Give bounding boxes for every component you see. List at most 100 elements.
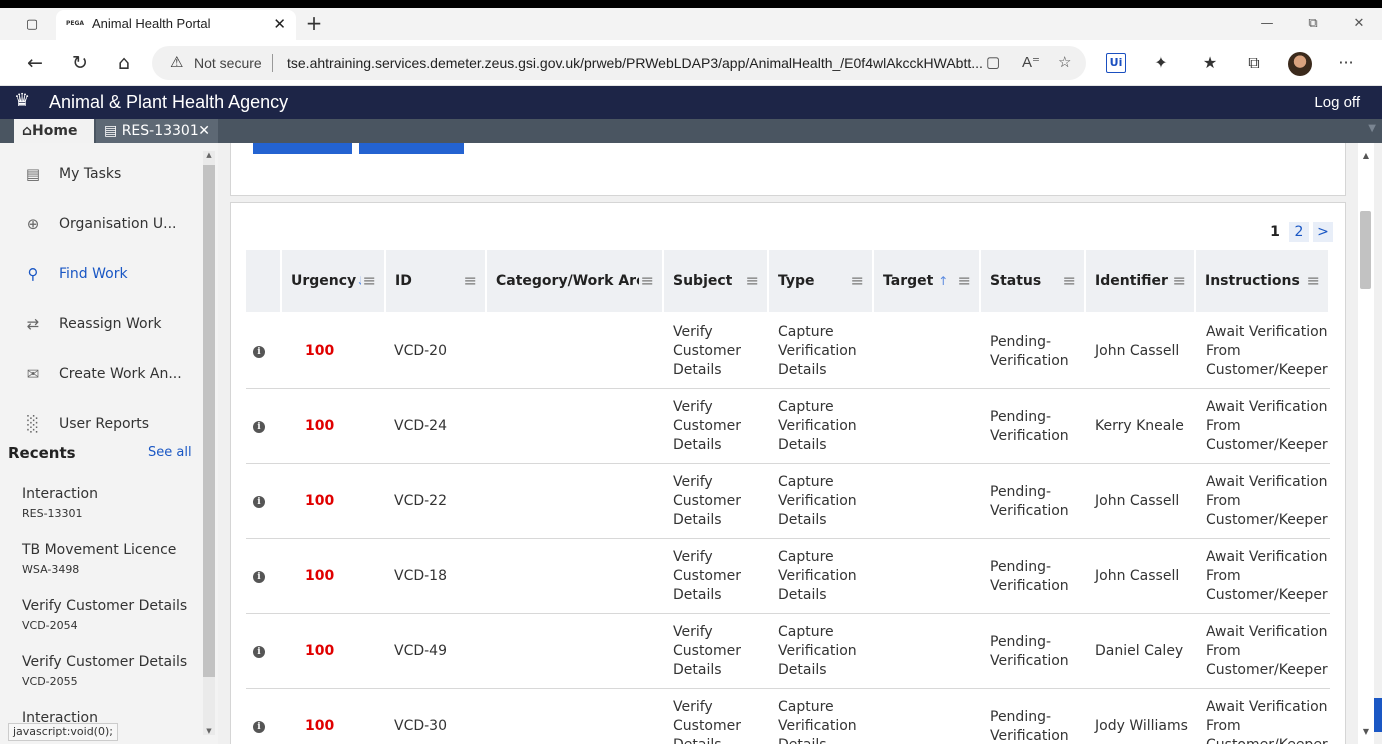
type-cell: Capture Verification Details <box>778 699 857 744</box>
page-link[interactable]: 2 <box>1289 222 1309 242</box>
info-icon[interactable]: i <box>253 689 267 744</box>
column-header-target[interactable]: Target ↑ ≡ <box>874 250 979 312</box>
warning-icon[interactable]: ⚠ <box>170 46 183 80</box>
home-icon[interactable]: ⌂ <box>111 50 137 76</box>
info-icon[interactable]: i <box>253 464 267 539</box>
info-icon[interactable]: i <box>253 389 267 464</box>
window-controls: — ⧉ ✕ <box>1244 8 1382 40</box>
filter-icon[interactable]: ≡ <box>743 250 759 312</box>
close-window-icon[interactable]: ✕ <box>1336 8 1382 40</box>
sidebar-item-find-work[interactable]: ⚲ Find Work <box>22 259 202 289</box>
sidebar-item-user-reports[interactable]: ░ User Reports <box>22 409 202 439</box>
recent-item[interactable]: Verify Customer Details VCD-2054 <box>22 597 202 632</box>
add-favorite-icon[interactable]: ☆ <box>1058 46 1071 80</box>
filter-icon[interactable]: ≡ <box>955 250 971 312</box>
column-header-label: Target <box>883 273 934 289</box>
sidebar-item-my-tasks[interactable]: ▤ My Tasks <box>22 159 202 189</box>
sidebar-item-organisation[interactable]: ⊕ Organisation U... <box>22 209 202 239</box>
table-row[interactable]: i 100 VCD-20 Verify Customer Details Cap… <box>246 314 1330 389</box>
case-id-link[interactable]: VCD-30 <box>394 689 447 744</box>
column-header-urgency[interactable]: Urgency↓ ≡ <box>282 250 384 312</box>
sidebar-item-create-work[interactable]: ✉ Create Work An... <box>22 359 202 389</box>
filter-icon[interactable]: ≡ <box>360 250 376 312</box>
browser-tab[interactable]: PEGA Animal Health Portal ✕ <box>56 10 296 40</box>
column-header-status[interactable]: Status ≡ <box>981 250 1084 312</box>
main-scroll-thumb[interactable] <box>1360 211 1371 289</box>
back-icon[interactable]: ← <box>22 50 48 76</box>
tab-scroll-down-icon[interactable]: ▼ <box>1368 123 1376 134</box>
sidebar-scrollbar[interactable]: ▲ ▼ <box>203 151 215 735</box>
filter-icon[interactable]: ≡ <box>1304 250 1320 312</box>
filter-icon[interactable]: ≡ <box>848 250 864 312</box>
info-icon[interactable]: i <box>253 539 267 614</box>
filter-icon[interactable]: ≡ <box>638 250 654 312</box>
browser-status-bar: javascript:void(0); <box>8 723 118 741</box>
scroll-down-icon[interactable]: ▼ <box>203 727 215 735</box>
close-tab-icon[interactable]: ✕ <box>198 119 210 143</box>
table-row[interactable]: i 100 VCD-18 Verify Customer Details Cap… <box>246 539 1330 614</box>
security-label[interactable]: Not secure <box>194 46 262 80</box>
scroll-up-icon[interactable]: ▲ <box>203 151 215 159</box>
case-id-link[interactable]: VCD-49 <box>394 614 447 689</box>
urgency-cell: 100 <box>305 718 335 734</box>
column-header-subject[interactable]: Subject ≡ <box>664 250 767 312</box>
column-header-identifier[interactable]: Identifier ≡ <box>1086 250 1194 312</box>
uipath-extension-icon[interactable]: Ui <box>1106 53 1126 73</box>
close-tab-icon[interactable]: ✕ <box>273 10 286 38</box>
column-header-type[interactable]: Type ≡ <box>769 250 872 312</box>
scroll-down-icon[interactable]: ▼ <box>1358 727 1374 736</box>
column-header-label: Subject <box>673 273 733 289</box>
profile-avatar[interactable] <box>1288 52 1312 76</box>
main-scrollbar[interactable]: ▲ ▼ <box>1358 143 1374 744</box>
case-id-link[interactable]: VCD-20 <box>394 314 447 389</box>
recent-item[interactable]: TB Movement Licence WSA-3498 <box>22 541 202 576</box>
page-current[interactable]: 1 <box>1265 222 1285 242</box>
scroll-up-icon[interactable]: ▲ <box>1358 151 1374 160</box>
case-id-link[interactable]: VCD-22 <box>394 464 447 539</box>
read-aloud-icon[interactable]: A⁼ <box>1022 46 1040 80</box>
filter-icon[interactable]: ≡ <box>1060 250 1076 312</box>
app-available-icon[interactable]: ▢ <box>986 46 1000 80</box>
sidebar-item-label: Create Work An... <box>59 366 182 382</box>
tab-actions-icon[interactable]: ▢ <box>18 14 46 36</box>
recent-item[interactable]: Verify Customer Details VCD-2055 <box>22 653 202 688</box>
address-bar[interactable]: ⚠ Not secure tse.ahtraining.services.dem… <box>152 46 1086 80</box>
subject-cell: Verify Customer Details <box>673 624 742 678</box>
urgency-cell: 100 <box>305 643 335 659</box>
tab-case[interactable]: ▤ RES-13301 ✕ <box>96 119 218 143</box>
info-icon[interactable]: i <box>253 614 267 689</box>
sort-asc-icon[interactable]: ↑ <box>938 274 948 288</box>
table-row[interactable]: i 100 VCD-49 Verify Customer Details Cap… <box>246 614 1330 689</box>
restore-icon[interactable]: ⧉ <box>1290 8 1336 40</box>
favorites-icon[interactable]: ★ <box>1197 50 1223 76</box>
recent-item[interactable]: Interaction RES-13301 <box>22 485 202 520</box>
column-header-category[interactable]: Category/Work Area ≡ <box>487 250 662 312</box>
sidebar-item-reassign-work[interactable]: ⇄ Reassign Work <box>22 309 202 339</box>
log-off-link[interactable]: Log off <box>1314 86 1360 119</box>
table-row[interactable]: i 100 VCD-22 Verify Customer Details Cap… <box>246 464 1330 539</box>
column-header-id[interactable]: ID ≡ <box>386 250 485 312</box>
action-button[interactable] <box>359 143 464 154</box>
table-row[interactable]: i 100 VCD-30 Verify Customer Details Cap… <box>246 689 1330 744</box>
more-menu-icon[interactable]: ··· <box>1333 50 1359 76</box>
refresh-icon[interactable]: ↻ <box>67 50 93 76</box>
see-all-link[interactable]: See all <box>148 445 192 460</box>
agency-name: Animal & Plant Health Agency <box>49 92 289 112</box>
search-icon: ⚲ <box>27 265 39 283</box>
extensions-icon[interactable]: ✦ <box>1148 50 1174 76</box>
table-row[interactable]: i 100 VCD-24 Verify Customer Details Cap… <box>246 389 1330 464</box>
new-tab-icon[interactable]: + <box>302 11 326 35</box>
sidebar-scroll-thumb[interactable] <box>203 165 215 677</box>
next-page-button[interactable]: > <box>1313 222 1333 242</box>
tab-home[interactable]: ⌂Home <box>14 119 94 143</box>
minimize-icon[interactable]: — <box>1244 8 1290 40</box>
action-button[interactable] <box>253 143 352 154</box>
column-header-instructions[interactable]: Instructions ≡ <box>1196 250 1328 312</box>
filter-icon[interactable]: ≡ <box>461 250 477 312</box>
filter-icon[interactable]: ≡ <box>1170 250 1186 312</box>
info-icon[interactable]: i <box>253 314 267 389</box>
case-id-link[interactable]: VCD-24 <box>394 389 447 464</box>
url-text[interactable]: tse.ahtraining.services.demeter.zeus.gsi… <box>287 46 983 80</box>
case-id-link[interactable]: VCD-18 <box>394 539 447 614</box>
collections-icon[interactable]: ⧉ <box>1241 50 1267 76</box>
